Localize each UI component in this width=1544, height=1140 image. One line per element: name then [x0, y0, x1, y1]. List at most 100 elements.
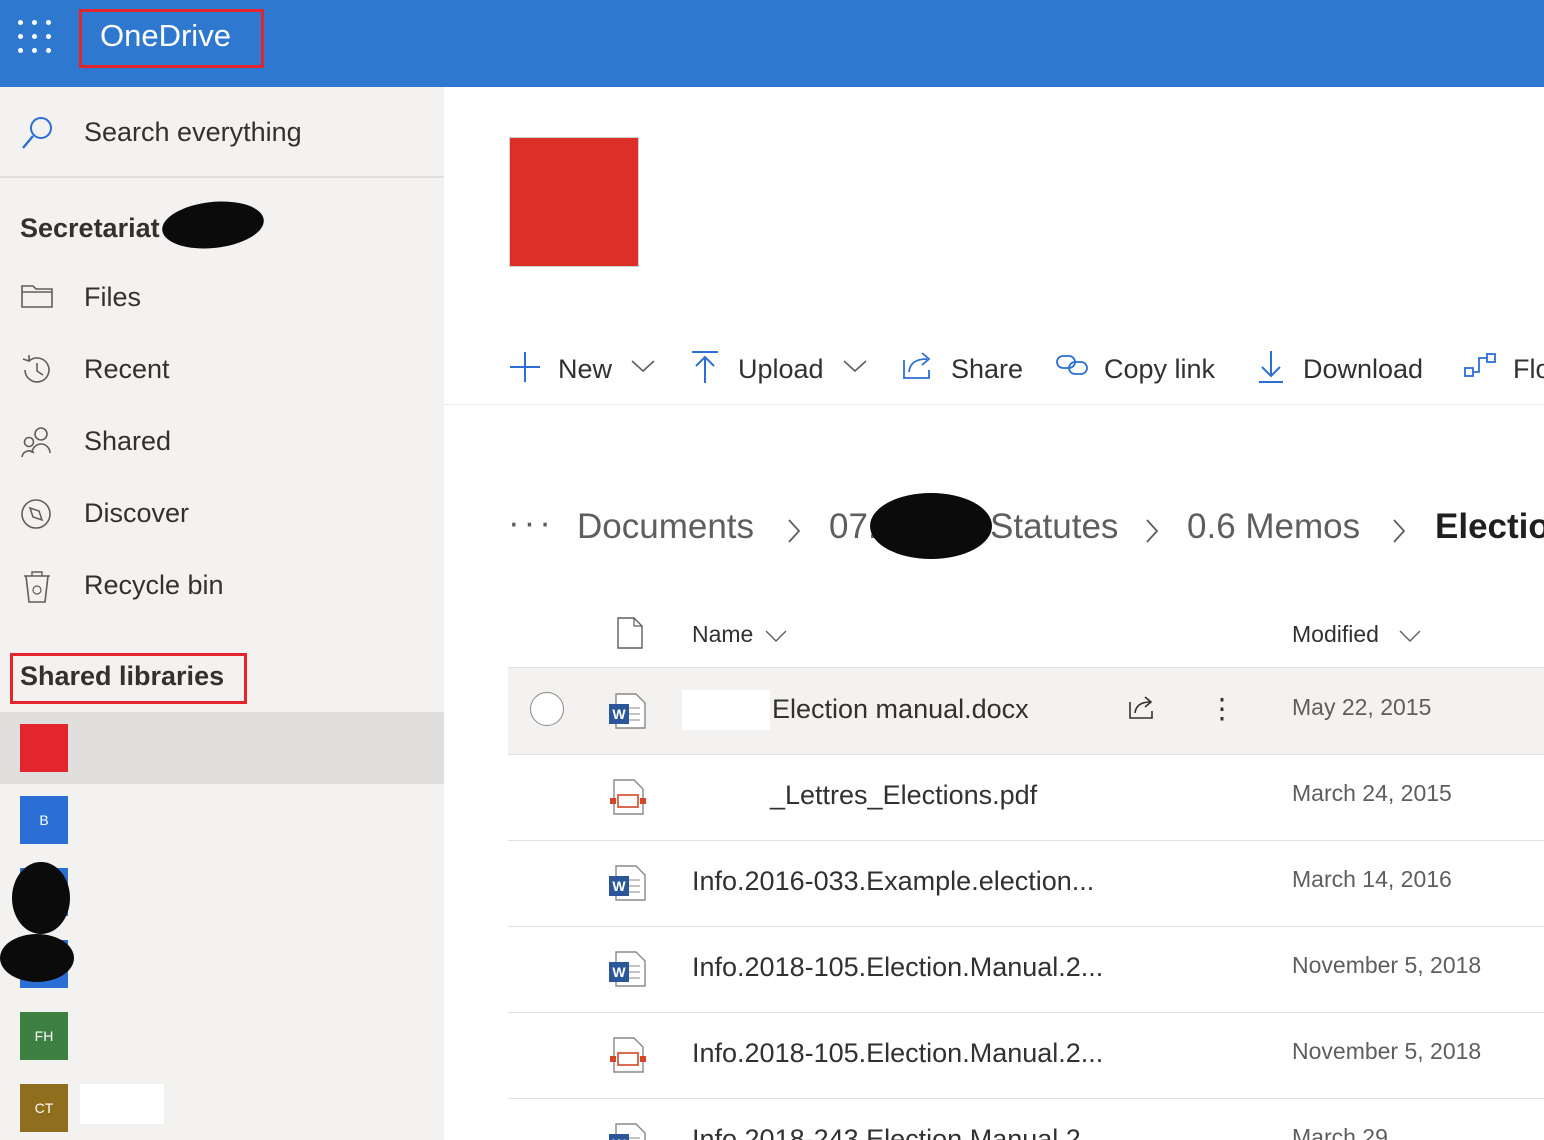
app-launcher-icon[interactable]: [18, 20, 52, 54]
column-header-name[interactable]: Name: [692, 621, 753, 648]
shared-libraries-heading: Shared libraries: [20, 661, 225, 691]
people-icon: [20, 425, 54, 464]
file-name[interactable]: Election manual.docx: [772, 694, 1029, 725]
upload-button[interactable]: Upload: [690, 344, 870, 390]
chevron-right-icon: [1144, 517, 1160, 550]
column-header-modified[interactable]: Modified: [1292, 621, 1379, 648]
new-button[interactable]: New: [508, 344, 658, 390]
file-modified: March 29: [1292, 1124, 1388, 1140]
sidebar-item-label: Discover: [84, 498, 190, 528]
search-icon: [20, 115, 56, 156]
breadcrumb-overflow-button[interactable]: ···: [508, 503, 555, 543]
flow-icon: [1463, 350, 1497, 385]
file-row[interactable]: W Info.2018-243.Election.Manual.2... Mar…: [508, 1098, 1544, 1140]
sidebar-item-label: Recent: [84, 354, 170, 384]
breadcrumb-current: Electio: [1435, 507, 1544, 546]
file-row[interactable]: _Lettres_Elections.pdf March 24, 2015: [508, 754, 1544, 841]
download-icon: [1256, 350, 1286, 389]
word-doc-icon: W: [608, 950, 648, 993]
file-name[interactable]: _Lettres_Elections.pdf: [770, 780, 1037, 811]
sidebar-item-discover[interactable]: Discover: [0, 483, 444, 547]
file-row[interactable]: Info.2018-105.Election.Manual.2... Novem…: [508, 1012, 1544, 1099]
file-name[interactable]: Info.2018-105.Election.Manual.2...: [692, 1038, 1103, 1069]
folder-icon: [20, 281, 54, 316]
chevron-down-icon: [842, 358, 868, 379]
sidebar: Search everything Secretariat Files Rece…: [0, 87, 444, 1140]
download-button[interactable]: Download: [1256, 344, 1446, 390]
sidebar-item-shared[interactable]: Shared: [0, 411, 444, 475]
more-options-icon[interactable]: ⋮: [1208, 692, 1236, 725]
library-item[interactable]: CT: [0, 1072, 444, 1140]
redaction-whiteout: [80, 1084, 164, 1124]
search-placeholder: Search everything: [84, 117, 302, 147]
library-item[interactable]: [0, 856, 444, 934]
share-label: Share: [951, 354, 1024, 384]
library-item-selected[interactable]: [0, 712, 444, 784]
copy-link-button[interactable]: Copy link: [1055, 344, 1235, 390]
breadcrumb: ··· Documents 07. Statutes 0.6 Memos Ele…: [508, 493, 1544, 559]
sidebar-item-label: Shared: [84, 426, 172, 456]
upload-icon: [690, 350, 720, 389]
command-bar: New Upload Share Copy link Download Flo: [444, 332, 1544, 405]
file-modified: March 14, 2016: [1292, 866, 1452, 892]
svg-text:W: W: [612, 706, 626, 722]
file-type-icon[interactable]: [617, 617, 643, 654]
history-icon: [20, 353, 54, 392]
svg-text:W: W: [612, 964, 626, 980]
file-modified: November 5, 2018: [1292, 952, 1482, 978]
word-doc-icon: W: [608, 864, 648, 907]
chevron-right-icon: [1391, 517, 1407, 550]
breadcrumb-item[interactable]: Statutes: [990, 507, 1118, 547]
app-title[interactable]: OneDrive: [100, 18, 231, 54]
breadcrumb-item[interactable]: Documents: [577, 507, 754, 547]
site-title: Secretariat: [20, 213, 160, 243]
chevron-down-icon: [764, 629, 788, 648]
file-row[interactable]: W Info.2016-033.Example.election... Marc…: [508, 840, 1544, 927]
svg-text:W: W: [612, 1136, 626, 1140]
redaction-mark: [12, 862, 70, 934]
search-box[interactable]: Search everything: [0, 87, 444, 178]
library-tile: [20, 724, 68, 772]
library-item[interactable]: FH: [0, 1000, 444, 1072]
file-name[interactable]: Info.2016-033.Example.election...: [692, 866, 1094, 897]
svg-text:W: W: [612, 878, 626, 894]
file-row[interactable]: W Election manual.docx ⋮ May 22, 2015: [508, 668, 1544, 755]
share-icon: [901, 350, 935, 385]
file-row[interactable]: W Info.2018-105.Election.Manual.2... Nov…: [508, 926, 1544, 1013]
row-select-checkbox[interactable]: [530, 692, 564, 726]
main-content: New Upload Share Copy link Download Flo …: [444, 87, 1544, 1140]
flow-button[interactable]: Flo: [1463, 344, 1544, 390]
file-modified: March 24, 2015: [1292, 780, 1452, 806]
file-list-header: Name Modified: [508, 607, 1544, 668]
top-bar: OneDrive: [0, 0, 1544, 87]
library-item[interactable]: [0, 928, 444, 1000]
download-label: Download: [1303, 354, 1424, 384]
library-tile: FH: [20, 1012, 68, 1060]
library-tile: CT: [20, 1084, 68, 1132]
redaction-mark: [870, 493, 992, 559]
sidebar-item-label: Files: [84, 282, 142, 312]
file-modified: November 5, 2018: [1292, 1038, 1482, 1064]
recycle-bin-icon: [20, 569, 54, 610]
share-button[interactable]: Share: [901, 344, 1031, 390]
file-name[interactable]: Info.2018-105.Election.Manual.2...: [692, 952, 1103, 983]
pdf-icon: [608, 1036, 648, 1079]
new-label: New: [558, 354, 613, 384]
sidebar-item-recent[interactable]: Recent: [0, 339, 444, 403]
breadcrumb-item[interactable]: 0.6 Memos: [1187, 507, 1360, 547]
sidebar-item-label: Recycle bin: [84, 570, 224, 600]
compass-icon: [20, 497, 54, 536]
sidebar-item-files[interactable]: Files: [0, 267, 444, 331]
pdf-icon: [608, 778, 648, 821]
redaction-whiteout: [682, 690, 770, 730]
copy-link-label: Copy link: [1104, 354, 1216, 384]
word-doc-icon: W: [608, 692, 648, 735]
chevron-down-icon: [630, 358, 656, 379]
file-name[interactable]: Info.2018-243.Election.Manual.2...: [692, 1124, 1103, 1140]
share-icon[interactable]: [1128, 694, 1158, 725]
upload-label: Upload: [738, 354, 824, 384]
sidebar-item-recycle-bin[interactable]: Recycle bin: [0, 555, 444, 619]
redaction-mark: [0, 934, 74, 982]
file-modified: May 22, 2015: [1292, 694, 1432, 720]
library-item[interactable]: B: [0, 784, 444, 856]
